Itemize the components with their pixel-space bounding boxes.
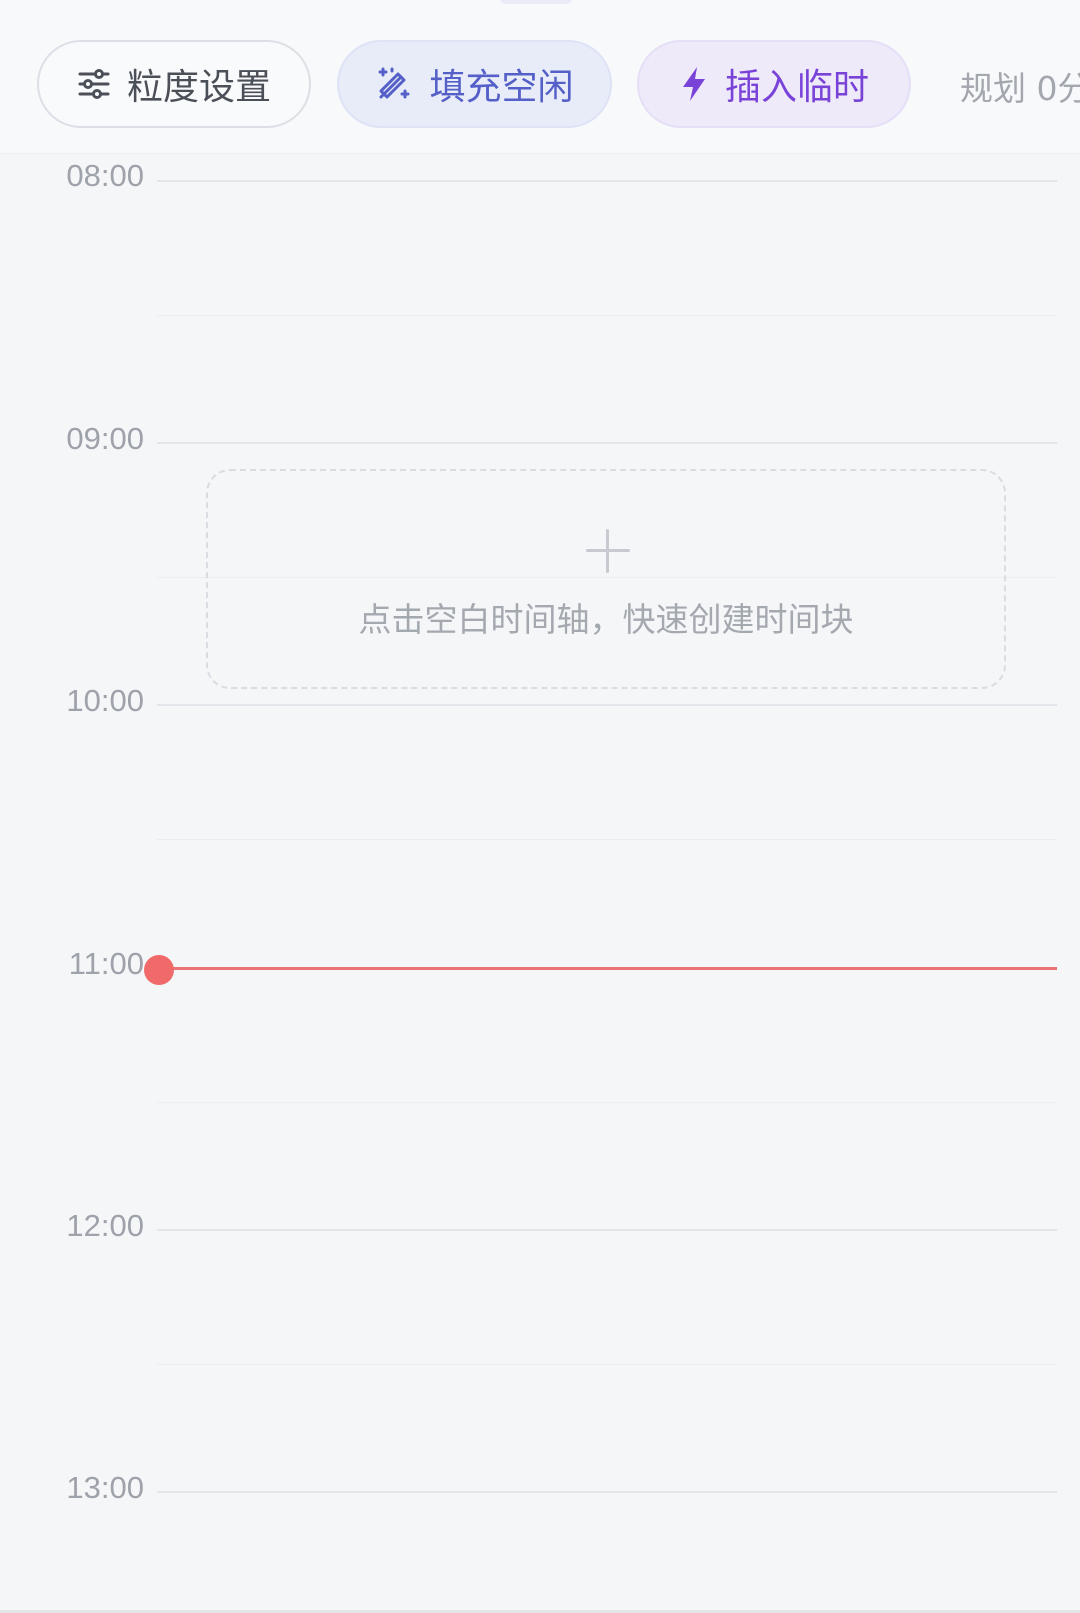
plus-icon — [586, 529, 630, 573]
toolbar: 粒度设置 填充空闲 插入临时 规划 0分 — [0, 0, 1080, 154]
insert-temporary-label: 插入临时 — [724, 67, 869, 108]
hour-line — [157, 704, 1057, 706]
hour-label: 13:00 — [66, 1470, 144, 1505]
half-hour-line — [157, 839, 1057, 840]
hour-line — [157, 180, 1057, 182]
timeline[interactable]: 08:00 09:00 10:00 11:00 12:00 13:00 点击空白… — [0, 155, 1080, 1613]
granularity-settings-label: 粒度设置 — [126, 67, 271, 108]
current-time-line — [160, 967, 1057, 970]
hour-label: 08:00 — [66, 158, 144, 193]
hour-label: 10:00 — [66, 683, 144, 718]
hour-label: 11:00 — [68, 946, 144, 981]
day-planner-page: 粒度设置 填充空闲 插入临时 规划 0分 08:00 09:00 10:00 1… — [0, 0, 1080, 1613]
half-hour-line — [157, 1102, 1057, 1103]
drag-handle[interactable] — [500, 0, 572, 4]
fill-idle-button[interactable]: 填充空闲 — [337, 40, 612, 128]
granularity-settings-button[interactable]: 粒度设置 — [37, 40, 311, 128]
hour-label: 09:00 — [66, 421, 144, 456]
half-hour-line — [157, 1364, 1057, 1365]
magic-wand-icon — [375, 65, 413, 103]
empty-hint-text: 点击空白时间轴，快速创建时间块 — [358, 600, 854, 639]
hour-line — [157, 1229, 1057, 1231]
sliders-icon — [77, 69, 111, 99]
hour-label: 12:00 — [66, 1208, 144, 1243]
fill-idle-label: 填充空闲 — [429, 67, 574, 108]
hour-line — [157, 1491, 1057, 1493]
lightning-bolt-icon — [679, 65, 709, 103]
hour-line — [157, 442, 1057, 444]
current-time-dot — [144, 955, 174, 985]
create-time-block-hint[interactable]: 点击空白时间轴，快速创建时间块 — [206, 469, 1006, 689]
plan-summary: 规划 0分 — [960, 69, 1080, 108]
insert-temporary-button[interactable]: 插入临时 — [637, 40, 911, 128]
half-hour-line — [157, 315, 1057, 316]
